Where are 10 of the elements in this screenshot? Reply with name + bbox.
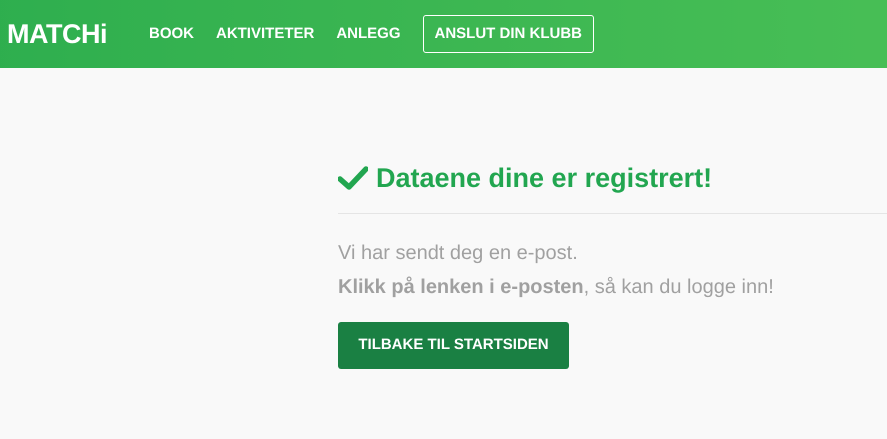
join-club-button[interactable]: ANSLUT DIN KLUBB <box>422 14 594 54</box>
nav-link[interactable]: ANLEGG <box>336 22 400 46</box>
nav-link[interactable]: AKTIVITETER <box>216 22 314 46</box>
logo[interactable]: MATCHi <box>7 14 107 54</box>
confirmation-title: Dataene dine er registrert! <box>376 162 712 195</box>
back-to-start-button[interactable]: TILBAKE TIL STARTSIDEN <box>338 322 569 369</box>
message-text: Klikk på lenken i e-posten, så kan du logge inn! <box>338 275 775 300</box>
message-text: Vi har sendt deg en e-post. <box>338 241 579 266</box>
checkmark-icon <box>338 166 368 190</box>
nav-link[interactable]: BOOK <box>148 22 194 46</box>
